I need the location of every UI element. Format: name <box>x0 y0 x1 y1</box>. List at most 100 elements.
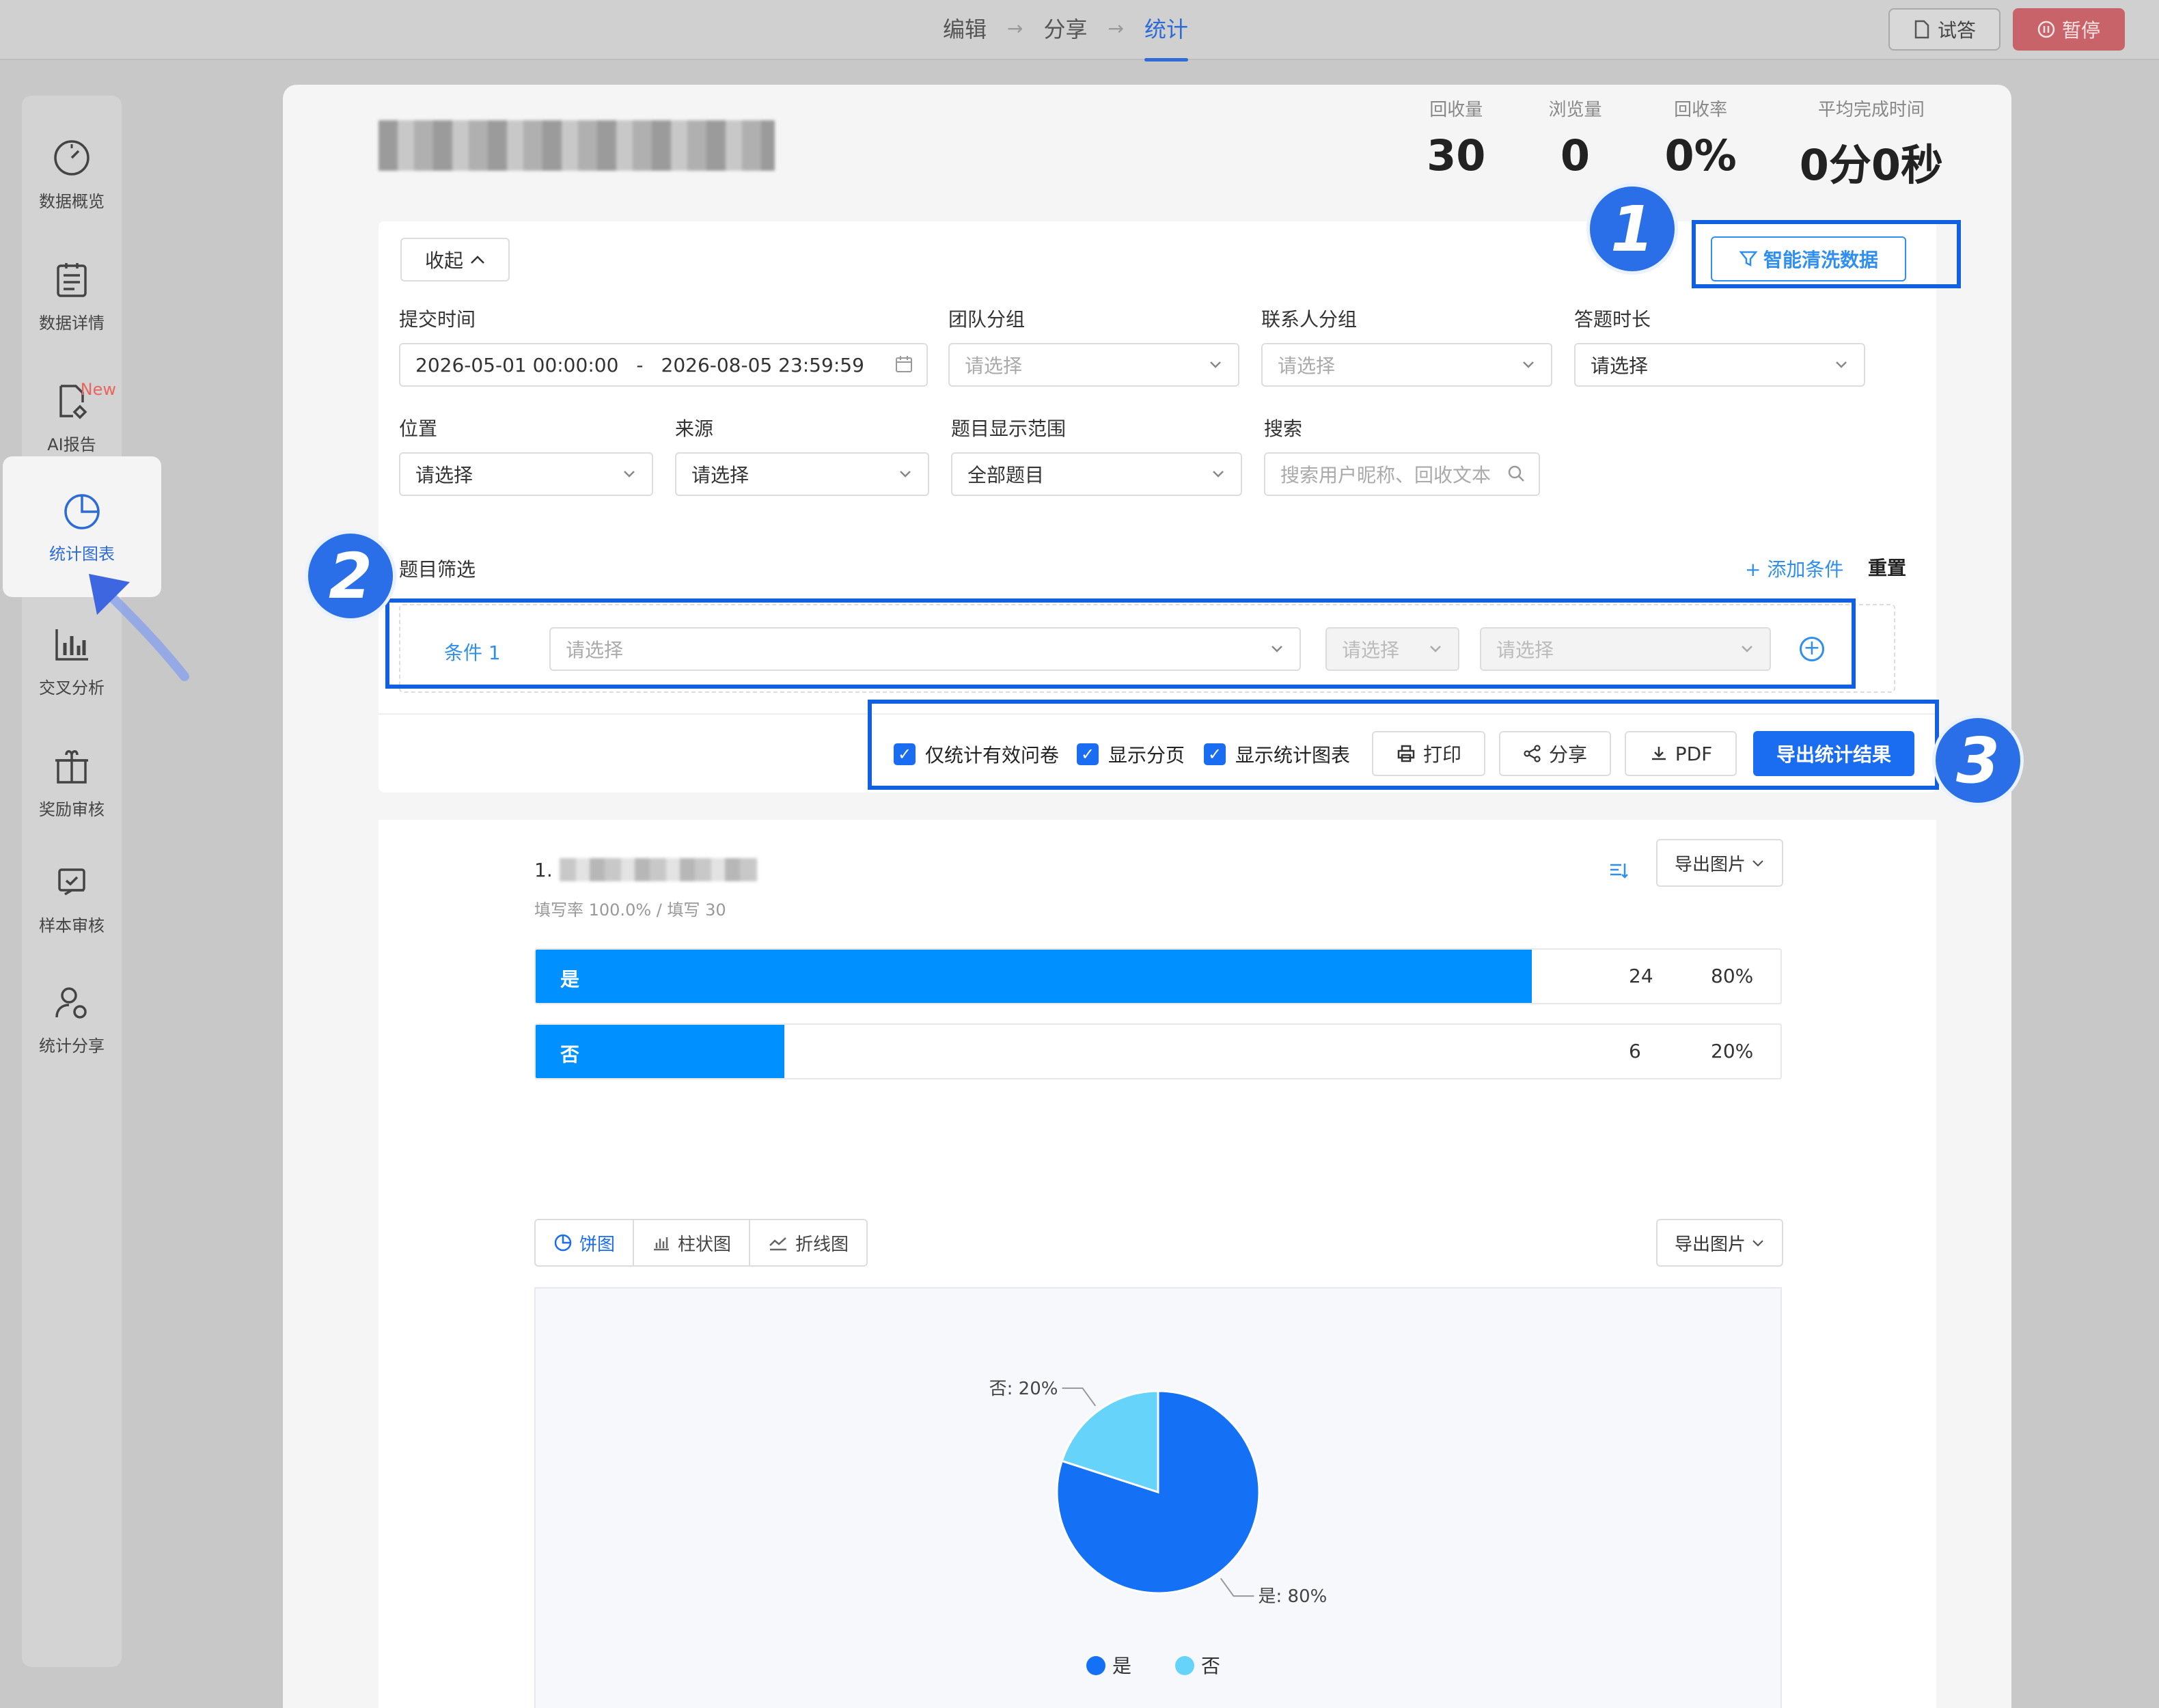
legend-label[interactable]: 否 <box>1201 1655 1220 1677</box>
clipboard-icon <box>57 262 87 297</box>
step-share[interactable]: 分享 <box>1043 12 1087 44</box>
export-image-label: 导出图片 <box>1674 1234 1746 1255</box>
step-badge-3: 3 <box>1932 715 2024 806</box>
question-text-blurred <box>559 858 758 881</box>
option-bar-row: 否 6 20% <box>534 1023 1782 1079</box>
contact-group-select[interactable]: 请选择 <box>1261 343 1552 387</box>
chart-type-tabs: 饼图 柱状图 折线图 <box>534 1219 868 1267</box>
sidebar-item-label: 统计分享 <box>39 1036 105 1056</box>
export-image-label: 导出图片 <box>1674 854 1746 875</box>
sort-icon[interactable] <box>1608 861 1629 887</box>
tab-pie[interactable]: 饼图 <box>536 1220 635 1265</box>
tab-line[interactable]: 折线图 <box>750 1220 866 1265</box>
chevron-up-icon <box>471 256 484 264</box>
tab-bar[interactable]: 柱状图 <box>634 1220 751 1265</box>
option-label: 是 <box>560 968 580 991</box>
select-value: 全部题目 <box>967 464 1045 486</box>
team-group-select[interactable]: 请选择 <box>948 343 1239 387</box>
stat-value: 0 <box>1560 130 1591 180</box>
scope-label: 题目显示范围 <box>951 417 1067 440</box>
option-percent: 20% <box>1711 1040 1754 1062</box>
pie-slice-label: 是: 80% <box>1259 1586 1328 1607</box>
question-meta: 填写率 100.0% / 填写 30 <box>534 900 726 920</box>
stat-views: 浏览量 0 <box>1548 96 1601 192</box>
location-label: 位置 <box>399 417 438 440</box>
arrow-right-icon: → <box>1007 16 1023 40</box>
pie-chart-icon <box>64 493 100 529</box>
stat-avg-time: 平均完成时间 0分0秒 <box>1800 96 1943 192</box>
option-label: 否 <box>560 1043 580 1066</box>
question-result-card: 1. 填写率 100.0% / 填写 30 导出图片 是 24 80% 否 6 … <box>379 820 1936 1708</box>
sidebar-item-label: 数据概览 <box>39 191 105 211</box>
pointer-arrow-icon <box>89 574 189 681</box>
reset-button[interactable]: 重置 <box>1868 553 1906 581</box>
document-icon <box>1914 20 1929 39</box>
pie-leader-line <box>1062 1387 1097 1407</box>
stat-label: 平均完成时间 <box>1817 100 1925 120</box>
step-nav: 编辑 → 分享 → 统计 <box>943 12 1188 61</box>
stat-value: 0% <box>1664 130 1737 180</box>
add-condition-button[interactable]: + 添加条件 <box>1745 555 1843 582</box>
sidebar-item-label: 奖励审核 <box>39 799 105 819</box>
search-input[interactable]: 搜索用户昵称、回收文本 <box>1264 452 1540 496</box>
try-answer-button[interactable]: 试答 <box>1888 8 2000 51</box>
sidebar-item-overview[interactable]: 数据概览 <box>22 123 122 225</box>
stat-value: 30 <box>1427 130 1486 180</box>
question-title: 1. <box>534 858 758 881</box>
sidebar-item-ai-report[interactable]: New AI报告 <box>22 366 122 469</box>
export-image-button[interactable]: 导出图片 <box>1656 839 1783 887</box>
date-start: 2026-05-01 00:00:00 <box>415 353 619 376</box>
try-answer-label: 试答 <box>1937 19 1976 42</box>
sidebar-item-sample-review[interactable]: 样本审核 <box>22 847 122 950</box>
collapse-button[interactable]: 收起 <box>400 238 510 281</box>
step-badge-2: 2 <box>305 530 396 622</box>
location-select[interactable]: 请选择 <box>399 452 653 496</box>
stat-label: 回收率 <box>1674 100 1728 120</box>
question-filter-label: 题目筛选 <box>399 558 476 581</box>
sidebar-item-stats-share[interactable]: 统计分享 <box>22 967 122 1070</box>
stat-recovered: 回收量 30 <box>1427 96 1485 192</box>
pause-button[interactable]: 暂停 <box>2013 8 2125 51</box>
pie-chart-icon <box>554 1234 572 1252</box>
survey-title-blurred <box>379 120 775 171</box>
calendar-icon <box>896 356 912 372</box>
stat-value: 0分0秒 <box>1799 140 1943 190</box>
review-icon <box>58 868 85 896</box>
source-select[interactable]: 请选择 <box>675 452 929 496</box>
line-chart-icon <box>769 1237 787 1251</box>
step-badge-1: 1 <box>1586 183 1678 275</box>
highlight-box-3 <box>868 700 1939 790</box>
step-stats[interactable]: 统计 <box>1144 12 1188 61</box>
sidebar-item-details[interactable]: 数据详情 <box>22 245 122 347</box>
pie-slice-label: 否: 20% <box>989 1379 1058 1399</box>
user-share-icon <box>55 987 87 1019</box>
legend-marker[interactable] <box>1086 1656 1105 1675</box>
option-count: 6 <box>1629 1040 1641 1062</box>
tab-label: 折线图 <box>795 1234 849 1255</box>
scope-select[interactable]: 全部题目 <box>951 452 1242 496</box>
dashboard-icon <box>54 139 90 176</box>
option-percent: 80% <box>1711 965 1754 987</box>
select-value: 请选择 <box>1278 355 1336 377</box>
chevron-down-icon <box>1752 1240 1763 1247</box>
sidebar-item-label: 数据详情 <box>39 313 105 333</box>
date-range-picker[interactable]: 2026-05-01 00:00:00 - 2026-08-05 23:59:5… <box>399 343 928 387</box>
duration-select[interactable]: 请选择 <box>1574 343 1865 387</box>
gift-icon <box>55 749 88 784</box>
legend-marker[interactable] <box>1175 1656 1194 1675</box>
bar-chart-icon <box>654 1237 670 1251</box>
chevron-down-icon <box>1523 361 1534 368</box>
arrow-right-icon: → <box>1108 16 1124 40</box>
legend-label[interactable]: 是 <box>1112 1655 1131 1677</box>
source-label: 来源 <box>675 417 714 440</box>
export-chart-image-button[interactable]: 导出图片 <box>1656 1219 1783 1267</box>
option-count: 24 <box>1629 965 1653 987</box>
sidebar-item-reward-review[interactable]: 奖励审核 <box>22 731 122 834</box>
select-value: 请选择 <box>415 464 473 486</box>
stat-label: 回收量 <box>1429 100 1483 120</box>
select-value: 请选择 <box>965 355 1023 377</box>
step-edit[interactable]: 编辑 <box>943 12 987 44</box>
chevron-down-icon <box>624 471 635 478</box>
sidebar: 数据概览 数据详情 New AI报告 统计图表 交叉分析 奖励审核 样本审核 统… <box>3 96 161 1667</box>
pause-label: 暂停 <box>2061 19 2100 42</box>
